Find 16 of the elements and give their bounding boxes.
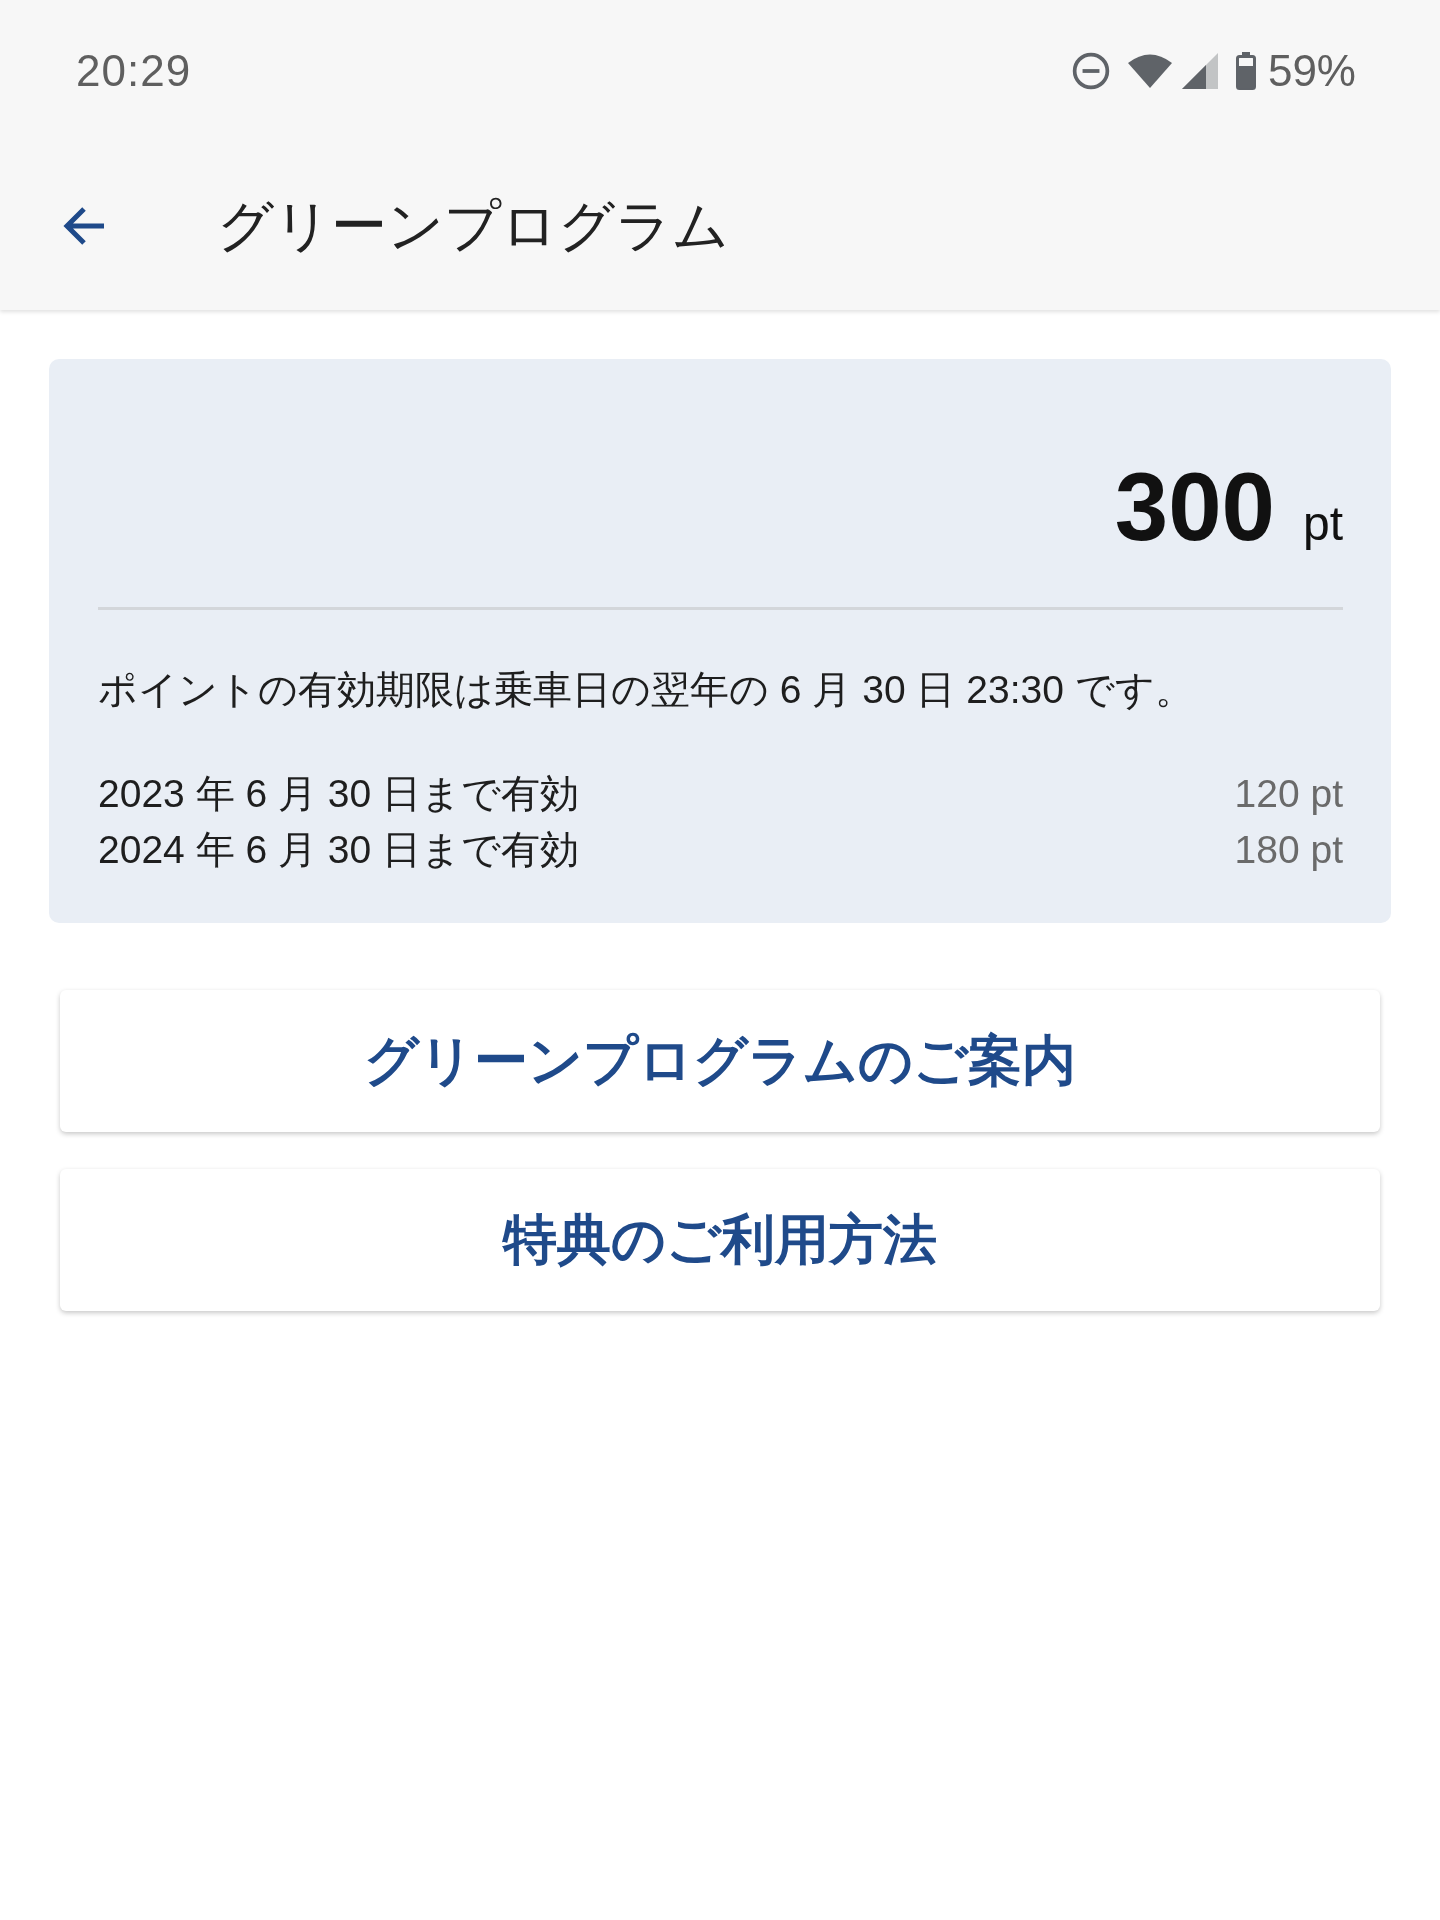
wifi-icon: [1127, 54, 1172, 88]
menu-button[interactable]: 特典のご利用方法: [60, 1169, 1380, 1311]
page-title: グリーンプログラム: [217, 193, 729, 260]
expiry-points: 120 pt: [1234, 771, 1343, 817]
points-total: 300: [1114, 459, 1275, 555]
signal-icon: [1181, 53, 1218, 89]
status-time: 20:29: [76, 46, 192, 96]
battery-percentage: 59%: [1267, 46, 1356, 96]
points-unit: pt: [1302, 500, 1343, 548]
expiry-date: 2024 年 6 月 30 日まで有効: [98, 827, 579, 873]
expiry-points: 180 pt: [1234, 827, 1343, 873]
do-not-disturb-icon: [1071, 52, 1110, 90]
expiry-notice: ポイントの有効期限は乗車日の翌年の 6 月 30 日 23:30 です。: [98, 667, 1195, 713]
menu-button[interactable]: グリーンプログラムのご案内: [60, 990, 1380, 1132]
expiry-date: 2023 年 6 月 30 日まで有効: [98, 771, 579, 817]
battery-icon: [1235, 52, 1256, 90]
